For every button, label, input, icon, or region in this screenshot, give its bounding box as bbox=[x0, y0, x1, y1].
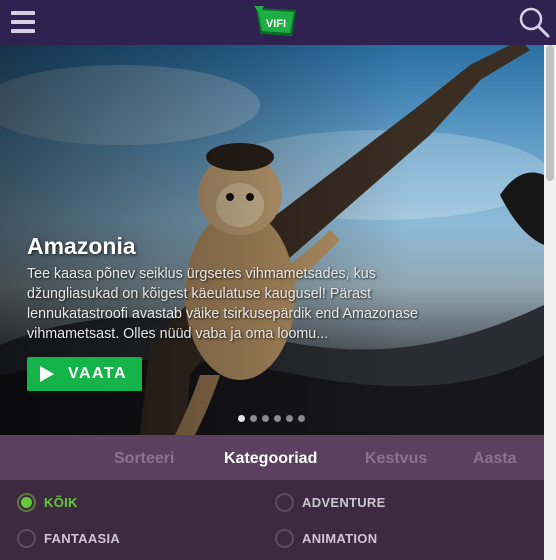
top-bar: VIFI bbox=[0, 0, 556, 45]
scrollbar[interactable] bbox=[544, 45, 556, 560]
vifi-logo[interactable]: VIFI bbox=[252, 4, 300, 40]
carousel-dot[interactable] bbox=[238, 415, 245, 422]
tab-year[interactable]: Aasta bbox=[473, 450, 517, 468]
radio-button[interactable] bbox=[275, 529, 294, 548]
carousel-dot[interactable] bbox=[274, 415, 281, 422]
radio-button[interactable] bbox=[275, 493, 294, 512]
filter-fantasy[interactable]: FANTAASIA bbox=[17, 529, 120, 548]
filter-label: ADVENTURE bbox=[302, 495, 386, 510]
tab-duration[interactable]: Kestvus bbox=[365, 450, 427, 468]
filter-adventure[interactable]: ADVENTURE bbox=[275, 493, 386, 512]
carousel-dot[interactable] bbox=[262, 415, 269, 422]
radio-button[interactable] bbox=[17, 493, 36, 512]
tab-sort[interactable]: Sorteeri bbox=[114, 450, 174, 468]
carousel-dots bbox=[238, 415, 305, 422]
watch-button-label: VAATA bbox=[68, 365, 128, 382]
category-filters: KÕIK ADVENTURE FANTAASIA ANIMATION bbox=[0, 480, 544, 560]
logo-text: VIFI bbox=[266, 18, 286, 30]
filter-label: FANTAASIA bbox=[44, 531, 121, 546]
carousel-dot[interactable] bbox=[250, 415, 257, 422]
filter-all[interactable]: KÕIK bbox=[17, 493, 78, 512]
hero-title: Amazonia bbox=[27, 233, 136, 259]
radio-button[interactable] bbox=[17, 529, 36, 548]
carousel-dot[interactable] bbox=[286, 415, 293, 422]
search-icon[interactable] bbox=[518, 6, 550, 38]
play-icon bbox=[40, 366, 54, 382]
watch-button[interactable]: VAATA bbox=[27, 357, 142, 391]
hero-banner[interactable]: Amazonia Tee kaasa põnev seiklus ürgsete… bbox=[0, 45, 544, 435]
filter-animation[interactable]: ANIMATION bbox=[275, 529, 377, 548]
filter-label: ANIMATION bbox=[302, 531, 378, 546]
tab-categories[interactable]: Kategooriad bbox=[224, 450, 317, 468]
carousel-dot[interactable] bbox=[298, 415, 305, 422]
filter-tabs: Sorteeri Kategooriad Kestvus Aasta bbox=[0, 435, 544, 480]
hamburger-menu-icon[interactable] bbox=[11, 11, 35, 33]
hero-description: Tee kaasa põnev seiklus ürgsetes vihmame… bbox=[27, 266, 419, 342]
scrollbar-thumb[interactable] bbox=[546, 45, 554, 181]
filter-label: KÕIK bbox=[44, 495, 78, 510]
